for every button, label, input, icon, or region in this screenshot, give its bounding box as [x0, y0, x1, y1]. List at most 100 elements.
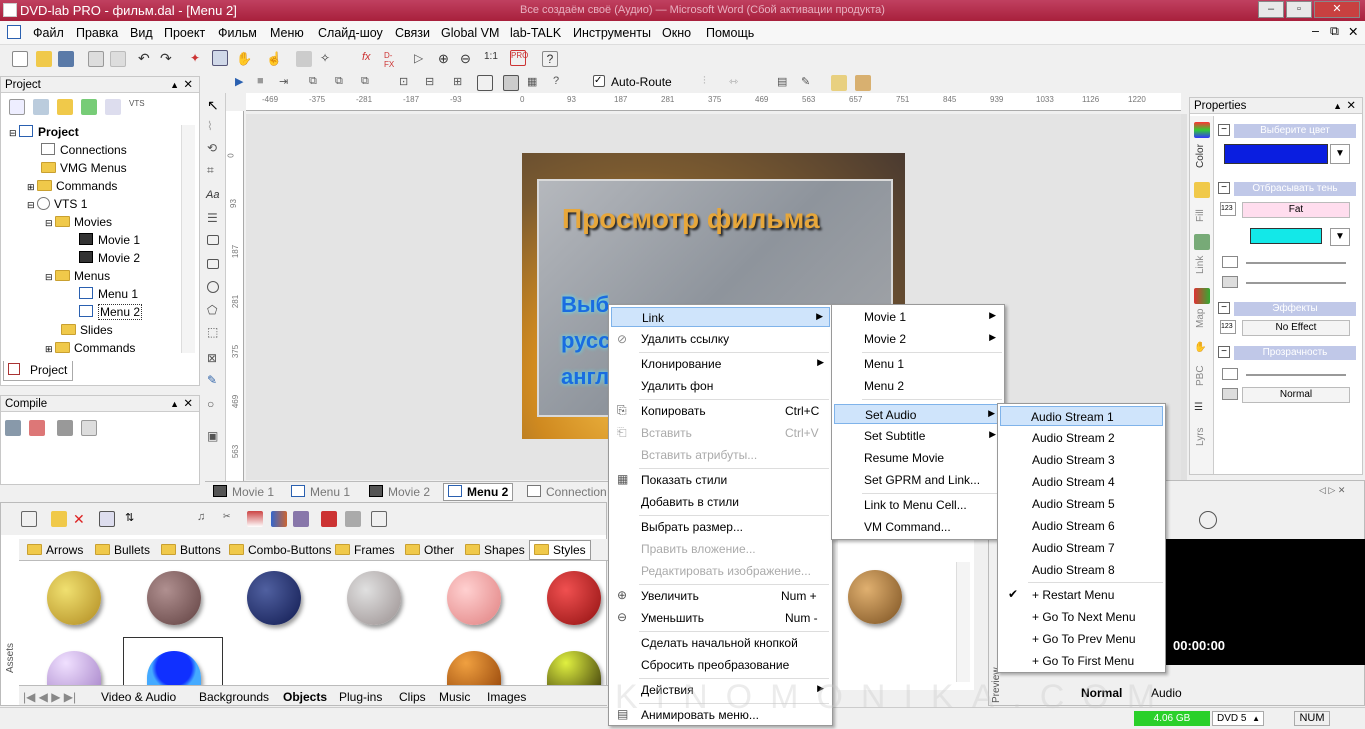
- menu-button-audio-select[interactable]: Выбор звуковой дорожки: [561, 292, 609, 318]
- shadow-color-swatch[interactable]: [1250, 228, 1322, 244]
- mdi-close-button[interactable]: ✕: [1348, 24, 1358, 39]
- tree-item-movies[interactable]: ⊟ Movies: [45, 215, 112, 229]
- center-icon[interactable]: ⊡: [399, 75, 415, 91]
- paragraph-tool-icon[interactable]: ☰: [207, 211, 223, 227]
- tree-item-menu1[interactable]: Menu 1: [79, 287, 138, 301]
- screen-tool-icon[interactable]: ▣: [207, 429, 223, 445]
- node-tool-icon[interactable]: ⌇: [207, 119, 223, 135]
- doc-tab-movie2[interactable]: Movie 2: [369, 485, 430, 499]
- canvas-scrollbar[interactable]: [1181, 114, 1187, 480]
- image2-icon[interactable]: [855, 75, 871, 91]
- pro-ex-icon[interactable]: PRO: [510, 50, 528, 66]
- mdi-minimize-button[interactable]: –: [1312, 24, 1319, 38]
- rect-tool-icon[interactable]: [207, 235, 219, 245]
- save-icon[interactable]: [58, 51, 74, 67]
- link-item-set-audio[interactable]: Set Audio ▶: [834, 404, 1002, 424]
- cat-tab-backgrounds[interactable]: Backgrounds: [199, 690, 269, 704]
- link-icon[interactable]: [1194, 234, 1210, 250]
- help-icon[interactable]: ?: [542, 51, 558, 67]
- play-arrow-icon[interactable]: ▶: [235, 75, 251, 91]
- ctx-item-remove-link[interactable]: ⊘ Удалить ссылку: [611, 329, 830, 349]
- menu-project[interactable]: Проект: [164, 26, 205, 40]
- hand-icon[interactable]: ✋: [236, 51, 252, 67]
- style-red[interactable]: [547, 571, 601, 625]
- tab-map[interactable]: Map: [1195, 309, 1206, 328]
- open-icon[interactable]: [36, 51, 52, 67]
- ctx-item-add-style[interactable]: Добавить в стили: [611, 492, 830, 512]
- link-item-resume-movie[interactable]: Resume Movie: [834, 448, 1002, 468]
- audio-stream-2[interactable]: Audio Stream 2: [1000, 428, 1163, 448]
- rect2-tool-icon[interactable]: [207, 259, 219, 269]
- dfx-icon[interactable]: D-FX: [384, 51, 400, 69]
- compile-run-icon[interactable]: [57, 420, 73, 436]
- ctx-item-paste[interactable]: ⎗ Вставить Ctrl+V: [611, 423, 830, 443]
- collapse-shadow[interactable]: −: [1218, 182, 1230, 194]
- link-item-movie1[interactable]: Movie 1 ▶: [834, 307, 1002, 327]
- props-icon[interactable]: [105, 99, 121, 115]
- menu-links[interactable]: Связи: [395, 26, 430, 40]
- magic-icon[interactable]: ✧: [320, 51, 336, 67]
- style-pink-marble[interactable]: [447, 571, 501, 625]
- audio-stream-6[interactable]: Audio Stream 6: [1000, 516, 1163, 536]
- cat-tab-music[interactable]: Music: [439, 690, 470, 704]
- safe-area-icon[interactable]: [477, 75, 493, 91]
- link-item-menu-cell[interactable]: Link to Menu Cell...: [834, 495, 1002, 515]
- ctx-item-remove-bg[interactable]: Удалить фон: [611, 376, 830, 396]
- cat-tab-clips[interactable]: Clips: [399, 690, 426, 704]
- shadow-color-dropdown[interactable]: ▼: [1330, 228, 1350, 246]
- assets-film-icon[interactable]: [321, 511, 337, 527]
- link-item-movie2[interactable]: Movie 2 ▶: [834, 329, 1002, 349]
- shadow-offset-slider[interactable]: [1246, 262, 1346, 264]
- doc-tab-movie1[interactable]: Movie 1: [213, 485, 274, 499]
- link-view-icon[interactable]: ▦: [527, 75, 543, 91]
- link-item-menu1[interactable]: Menu 1: [834, 354, 1002, 374]
- folder-tab-combo-buttons[interactable]: Combo-Buttons: [229, 543, 331, 557]
- assets-window-icon[interactable]: [371, 511, 387, 527]
- tree-item-movie1[interactable]: Movie 1: [79, 233, 140, 247]
- add-icon[interactable]: [9, 99, 25, 115]
- folder-tab-bullets[interactable]: Bullets: [95, 543, 150, 557]
- menu-slideshow[interactable]: Слайд-шоу: [318, 26, 383, 40]
- tree-item-vmg-menus[interactable]: VMG Menus: [41, 161, 127, 175]
- cat-tab-objects[interactable]: Objects: [283, 690, 327, 704]
- compile-icon[interactable]: [5, 420, 21, 436]
- ctx-item-zoom-in[interactable]: ⊕ Увеличить Num +: [611, 586, 830, 606]
- ctx-item-reset-transform[interactable]: Сбросить преобразование: [611, 655, 830, 675]
- assets-grid-icon[interactable]: [345, 511, 361, 527]
- table-icon[interactable]: ▤: [777, 75, 793, 91]
- assets-photo-icon[interactable]: [293, 511, 309, 527]
- menu-menu[interactable]: Меню: [270, 26, 304, 40]
- close-button[interactable]: ✕: [1314, 1, 1360, 18]
- assets-cut-icon[interactable]: ✂: [223, 511, 239, 527]
- menu-window[interactable]: Окно: [662, 26, 691, 40]
- ctx-item-choose-size[interactable]: Выбрать размер...: [611, 517, 830, 537]
- doc-tab-connection[interactable]: Connection: [527, 485, 607, 499]
- add-menu-icon[interactable]: [81, 99, 97, 115]
- cat-tab-plugins[interactable]: Plug-ins: [339, 690, 382, 704]
- crop-tool-icon[interactable]: ⌗: [207, 163, 223, 179]
- tree-item-menus[interactable]: ⊟ Menus: [45, 269, 110, 283]
- menu-file[interactable]: Файл: [33, 26, 64, 40]
- menu-help[interactable]: Помощь: [706, 26, 754, 40]
- menu-tools[interactable]: Инструменты: [573, 26, 651, 40]
- tree-item-slides[interactable]: Slides: [61, 323, 113, 337]
- link-item-set-gprm[interactable]: Set GPRM and Link...: [834, 470, 1002, 490]
- ctx-item-make-start[interactable]: Сделать начальной кнопкой: [611, 633, 830, 653]
- zoom-in-icon[interactable]: ⊕: [438, 51, 454, 67]
- link-item-menu2[interactable]: Menu 2: [834, 376, 1002, 396]
- distribute-icon[interactable]: ⧉: [335, 75, 351, 91]
- menu-title-text[interactable]: Просмотр фильма: [562, 203, 820, 235]
- pen-tool-icon[interactable]: ✎: [207, 373, 223, 389]
- paste-icon[interactable]: [110, 51, 126, 67]
- tree-item-movie2[interactable]: Movie 2: [79, 251, 140, 265]
- ctx-item-clone[interactable]: Клонирование ▶: [611, 354, 830, 374]
- audio-stream-3[interactable]: Audio Stream 3: [1000, 450, 1163, 470]
- preview-clock-icon[interactable]: [1199, 511, 1217, 529]
- rotate-tool-icon[interactable]: ⟲: [207, 141, 223, 157]
- vts-icon[interactable]: VTS: [129, 99, 145, 115]
- folder-tab-frames[interactable]: Frames: [335, 543, 395, 557]
- folder-tab-other[interactable]: Other: [405, 543, 454, 557]
- size-icon[interactable]: ⊟: [425, 75, 441, 91]
- assets-gradient-icon[interactable]: [271, 511, 287, 527]
- assets-open-icon[interactable]: [51, 511, 67, 527]
